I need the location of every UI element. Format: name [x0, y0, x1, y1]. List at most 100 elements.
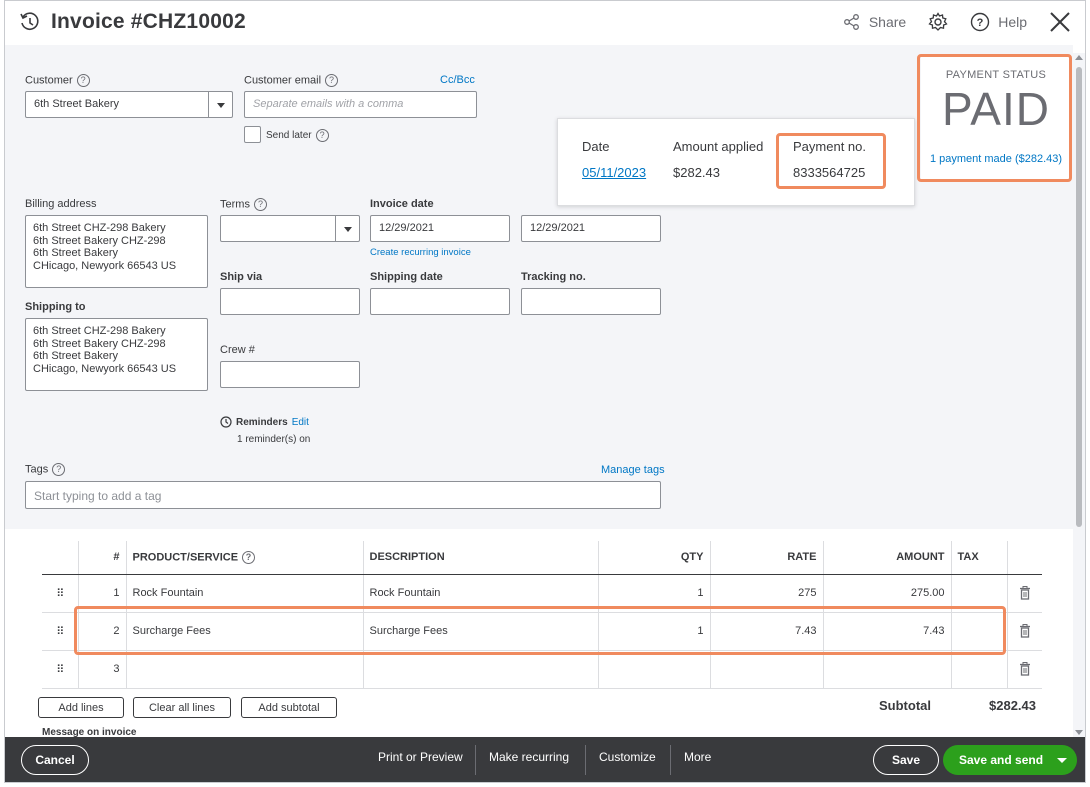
billing-line: 6th Street CHZ-298 Bakery	[33, 222, 166, 234]
scroll-down-icon[interactable]	[1075, 730, 1083, 735]
add-subtotal-button[interactable]: Add subtotal	[241, 697, 337, 718]
delete-row-button[interactable]	[1007, 574, 1042, 613]
column-num: #	[78, 541, 127, 575]
save-and-send-button[interactable]: Save and send	[943, 745, 1077, 775]
delete-column-header	[1007, 541, 1042, 575]
product-cell[interactable]	[126, 650, 364, 689]
manage-tags-link[interactable]: Manage tags	[601, 464, 665, 476]
chevron-down-icon[interactable]	[208, 92, 232, 117]
column-rate: RATE	[710, 541, 824, 575]
settings-button[interactable]	[928, 12, 948, 32]
help-button[interactable]: ? Help	[970, 12, 1027, 32]
column-tax: TAX	[951, 541, 1008, 575]
table-header-row: # PRODUCT/SERVICE? DESCRIPTION QTY RATE …	[42, 541, 1042, 575]
make-recurring-link[interactable]: Make recurring	[489, 750, 569, 764]
popover-date-header: Date	[582, 139, 610, 154]
help-icon[interactable]: ?	[253, 198, 267, 211]
column-amount: AMOUNT	[823, 541, 952, 575]
tags-input[interactable]: Start typing to add a tag	[25, 481, 661, 509]
subtotal-value: $282.43	[989, 698, 1036, 713]
amount-cell[interactable]	[823, 650, 952, 689]
rate-cell[interactable]	[710, 650, 824, 689]
payment-status-highlight	[917, 54, 1072, 182]
trash-icon	[1019, 624, 1030, 638]
shipping-date-input[interactable]	[370, 288, 510, 315]
customer-select[interactable]: 6th Street Bakery	[25, 91, 233, 118]
invoice-date-input[interactable]: 12/29/2021	[370, 215, 510, 242]
footer-divider	[585, 745, 586, 775]
billing-line: 6th Street Bakery	[33, 247, 118, 259]
invoice-window: Invoice #CHZ10002 Share ? Help Customer …	[4, 0, 1086, 783]
trash-icon	[1019, 662, 1030, 676]
tax-cell[interactable]	[951, 650, 1008, 689]
page-title: Invoice #CHZ10002	[51, 10, 246, 33]
table-row[interactable]: ⠿ 3	[42, 650, 1042, 689]
payment-date-link[interactable]: 05/11/2023	[582, 165, 646, 180]
payment-number-highlight	[776, 133, 886, 189]
qty-cell[interactable]	[598, 650, 711, 689]
help-icon[interactable]: ?	[315, 129, 329, 142]
customer-label: Customer?	[25, 74, 90, 87]
crew-input[interactable]	[220, 361, 360, 388]
delete-row-button[interactable]	[1007, 650, 1042, 689]
reminders-label: Reminders	[236, 416, 288, 428]
help-icon[interactable]: ?	[242, 550, 256, 564]
subtotal-label: Subtotal	[879, 698, 931, 713]
cancel-button[interactable]: Cancel	[21, 745, 89, 775]
scroll-thumb[interactable]	[1076, 67, 1082, 527]
close-button[interactable]	[1049, 11, 1071, 33]
terms-select[interactable]	[220, 215, 360, 242]
help-label: Help	[998, 14, 1027, 30]
print-preview-link[interactable]: Print or Preview	[378, 750, 463, 764]
footer-divider	[670, 745, 671, 775]
clock-icon	[220, 416, 232, 428]
shipping-address-field[interactable]: 6th Street CHZ-298 Bakery 6th Street Bak…	[25, 318, 208, 391]
scroll-up-icon[interactable]	[1075, 55, 1083, 60]
scrollbar[interactable]	[1073, 53, 1085, 737]
help-icon[interactable]: ?	[52, 463, 66, 476]
drag-handle-icon[interactable]: ⠿	[42, 612, 79, 651]
header-bar: Invoice #CHZ10002 Share ? Help	[5, 1, 1085, 45]
customize-link[interactable]: Customize	[599, 750, 656, 764]
more-link[interactable]: More	[684, 750, 711, 764]
drag-handle-icon[interactable]: ⠿	[42, 650, 79, 689]
footer-divider	[475, 745, 476, 775]
reminders-edit-link[interactable]: Edit	[292, 417, 309, 428]
help-icon[interactable]: ?	[325, 74, 339, 87]
shipping-line: 6th Street Bakery CHZ-298	[33, 337, 166, 350]
tracking-no-label: Tracking no.	[521, 271, 586, 283]
send-later-checkbox[interactable]	[244, 126, 261, 143]
reminders-status: 1 reminder(s) on	[237, 434, 311, 445]
drag-handle-icon[interactable]: ⠿	[42, 574, 79, 613]
description-cell[interactable]	[363, 650, 599, 689]
cc-bcc-link[interactable]: Cc/Bcc	[440, 74, 475, 86]
column-description: DESCRIPTION	[363, 541, 599, 575]
share-button[interactable]: Share	[843, 13, 906, 31]
billing-address-field[interactable]: 6th Street CHZ-298 Bakery 6th Street Bak…	[25, 215, 208, 288]
due-date-input[interactable]: 12/29/2021	[521, 215, 661, 242]
clear-all-lines-button[interactable]: Clear all lines	[133, 697, 231, 718]
chevron-down-icon[interactable]	[1057, 758, 1067, 763]
ship-via-label: Ship via	[220, 271, 263, 283]
customer-email-input[interactable]: Separate emails with a comma	[244, 91, 477, 118]
crew-label: Crew #	[220, 344, 255, 356]
save-button[interactable]: Save	[873, 745, 939, 775]
send-later-label: Send later?	[266, 129, 329, 142]
tags-label: Tags?	[25, 463, 66, 476]
tracking-no-input[interactable]	[521, 288, 661, 315]
create-recurring-link[interactable]: Create recurring invoice	[370, 247, 471, 258]
recent-transactions-icon[interactable]	[19, 11, 41, 33]
svg-text:?: ?	[977, 17, 984, 29]
help-icon[interactable]: ?	[76, 74, 90, 87]
grip-column-header	[42, 541, 79, 575]
shipping-line: CHicago, Newyork 66543 US	[33, 362, 177, 375]
add-lines-button[interactable]: Add lines	[38, 697, 124, 718]
chevron-down-icon[interactable]	[335, 216, 359, 241]
customer-email-label: Customer email?	[244, 74, 339, 87]
ship-via-input[interactable]	[220, 288, 360, 315]
shipping-line: 6th Street Bakery	[33, 350, 118, 362]
terms-label: Terms?	[220, 198, 267, 211]
delete-row-button[interactable]	[1007, 612, 1042, 651]
save-and-send-label: Save and send	[959, 753, 1044, 767]
reminders-row: Reminders Edit	[220, 416, 309, 428]
